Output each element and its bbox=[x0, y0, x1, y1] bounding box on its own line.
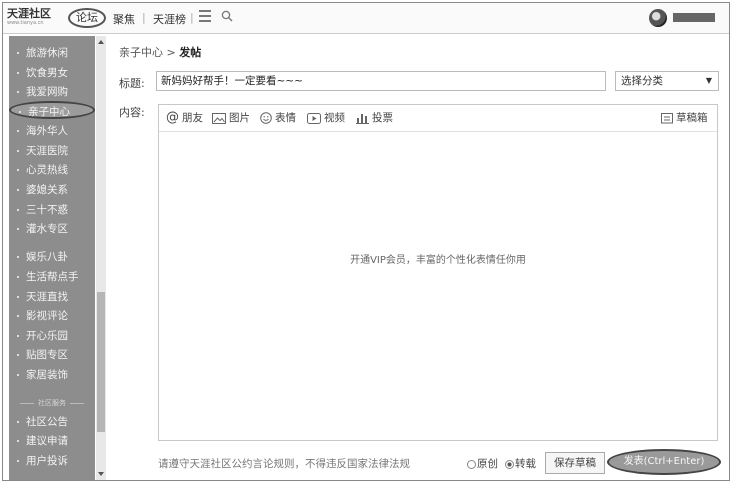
bullet-icon bbox=[17, 354, 19, 356]
nav-focus[interactable]: 聚焦 bbox=[113, 11, 135, 27]
sidebar-item[interactable]: 社区公告 bbox=[9, 413, 95, 431]
content-label: 内容: bbox=[119, 106, 145, 119]
rules-notice[interactable]: 请遵守天涯社区公约言论规则，不得违反国家法律法规 bbox=[158, 456, 410, 471]
sidebar-item[interactable]: 婆媳关系 bbox=[9, 181, 95, 199]
sidebar-item[interactable]: 开心乐园 bbox=[9, 327, 95, 345]
window: 天涯社区 www.tianya.cn 论坛 聚焦 | 天涯榜 | 旅游休闲 饮食… bbox=[2, 2, 730, 481]
title-label: 标题: bbox=[119, 77, 145, 90]
bullet-icon bbox=[17, 52, 19, 54]
sidebar-item[interactable]: 心灵热线 bbox=[9, 161, 95, 179]
search-icon[interactable] bbox=[221, 10, 233, 22]
dropdown-arrow-icon: ▼ bbox=[705, 76, 712, 85]
image-button[interactable]: 图片 bbox=[212, 111, 250, 125]
breadcrumb-parent[interactable]: 亲子中心 bbox=[119, 46, 163, 59]
sidebar-item[interactable]: 贴图专区 bbox=[9, 346, 95, 364]
top-bar: 天涯社区 www.tianya.cn 论坛 聚焦 | 天涯榜 | bbox=[3, 3, 729, 34]
vote-button[interactable]: 投票 bbox=[356, 111, 393, 125]
bullet-icon bbox=[17, 296, 19, 298]
mention-button[interactable]: @ 朋友 bbox=[166, 111, 203, 125]
bullet-icon bbox=[19, 111, 21, 113]
scroll-thumb[interactable] bbox=[97, 292, 105, 432]
bullet-icon bbox=[17, 150, 19, 152]
username-redacted[interactable] bbox=[673, 13, 715, 22]
vip-promo-text[interactable]: 开通VIP会员，丰富的个性化表情任你用 bbox=[159, 251, 717, 266]
bullet-icon bbox=[17, 209, 19, 211]
repost-radio[interactable]: 转载 bbox=[505, 456, 536, 471]
bullet-icon bbox=[17, 440, 19, 442]
sidebar-item[interactable]: 饮食男女 bbox=[9, 64, 95, 82]
avatar[interactable] bbox=[649, 9, 667, 27]
sidebar-item[interactable]: 海外华人 bbox=[9, 122, 95, 140]
drafts-icon bbox=[661, 113, 673, 124]
sidebar-item[interactable]: 建议申请 bbox=[9, 432, 95, 450]
editor-toolbar: @ 朋友 图片 表情 视频 投票 草稿箱 bbox=[159, 105, 717, 132]
sidebar-item[interactable]: 用户投诉 bbox=[9, 452, 95, 470]
sidebar-item[interactable]: 我爱网购 bbox=[9, 83, 95, 101]
bullet-icon bbox=[17, 72, 19, 74]
image-icon bbox=[212, 112, 226, 124]
bullet-icon bbox=[17, 130, 19, 132]
breadcrumb: 亲子中心 > 发帖 bbox=[119, 44, 201, 60]
logo-text: 天涯社区 bbox=[7, 7, 51, 20]
bullet-icon bbox=[17, 169, 19, 171]
scroll-down-icon[interactable] bbox=[98, 472, 104, 476]
bullet-icon bbox=[17, 276, 19, 278]
sidebar-item[interactable]: 三十不惑 bbox=[9, 201, 95, 219]
nav-forum[interactable]: 论坛 bbox=[68, 8, 106, 28]
menu-icon[interactable] bbox=[199, 10, 211, 22]
original-radio[interactable]: 原创 bbox=[467, 456, 498, 471]
submit-post-button[interactable]: 发表(Ctrl+Enter) bbox=[607, 449, 721, 475]
save-draft-button[interactable]: 保存草稿 bbox=[545, 452, 605, 474]
smiley-icon bbox=[260, 112, 272, 124]
sidebar-item[interactable]: 娱乐八卦 bbox=[9, 248, 95, 266]
sidebar: 旅游休闲 饮食男女 我爱网购 亲子中心 海外华人 天涯医院 心灵热线 婆媳关系 … bbox=[9, 36, 95, 480]
sidebar-item[interactable]: 影视评论 bbox=[9, 307, 95, 325]
breadcrumb-current: 发帖 bbox=[179, 46, 202, 59]
content-editor[interactable]: @ 朋友 图片 表情 视频 投票 草稿箱 开通VIP会员，丰富的个性化表情任你用 bbox=[158, 104, 718, 441]
tianya-logo[interactable]: 天涯社区 www.tianya.cn bbox=[7, 8, 61, 30]
radio-checked-icon bbox=[505, 459, 514, 469]
bullet-icon bbox=[17, 421, 19, 423]
bullet-icon bbox=[17, 460, 19, 462]
category-select[interactable]: 选择分类 ▼ bbox=[615, 71, 719, 91]
scroll-up-icon[interactable] bbox=[98, 40, 104, 44]
at-icon: @ bbox=[166, 110, 179, 125]
nav-separator: | bbox=[190, 11, 194, 24]
emoji-button[interactable]: 表情 bbox=[260, 111, 296, 125]
radio-icon bbox=[467, 459, 476, 469]
drafts-button[interactable]: 草稿箱 bbox=[661, 111, 708, 125]
bullet-icon bbox=[17, 189, 19, 191]
bullet-icon bbox=[17, 335, 19, 337]
breadcrumb-separator: > bbox=[166, 46, 176, 59]
logo-url: www.tianya.cn bbox=[7, 20, 44, 26]
bullet-icon bbox=[17, 228, 19, 230]
sidebar-scrollbar[interactable] bbox=[96, 36, 106, 480]
bullet-icon bbox=[17, 374, 19, 376]
bullet-icon bbox=[17, 256, 19, 258]
nav-rank[interactable]: 天涯榜 bbox=[153, 11, 186, 27]
bullet-icon bbox=[17, 91, 19, 93]
sidebar-item[interactable]: 家居装饰 bbox=[9, 366, 95, 384]
category-value: 选择分类 bbox=[621, 75, 663, 87]
sidebar-item[interactable]: 灌水专区 bbox=[9, 220, 95, 238]
sidebar-item[interactable]: 生活帮点手 bbox=[9, 268, 95, 286]
sidebar-item[interactable]: 天涯医院 bbox=[9, 142, 95, 160]
sidebar-item-active[interactable]: 亲子中心 bbox=[9, 101, 95, 119]
sidebar-section-label: 社区服务 bbox=[9, 398, 95, 408]
sidebar-item[interactable]: 天涯直找 bbox=[9, 288, 95, 306]
sidebar-item[interactable]: 旅游休闲 bbox=[9, 44, 95, 62]
bullet-icon bbox=[17, 315, 19, 317]
bar-chart-icon bbox=[356, 114, 369, 124]
video-button[interactable]: 视频 bbox=[307, 111, 345, 125]
title-input[interactable]: 新妈妈好帮手！一定要看~~~ bbox=[156, 71, 606, 91]
nav-separator: | bbox=[142, 11, 146, 24]
video-icon bbox=[307, 112, 321, 124]
